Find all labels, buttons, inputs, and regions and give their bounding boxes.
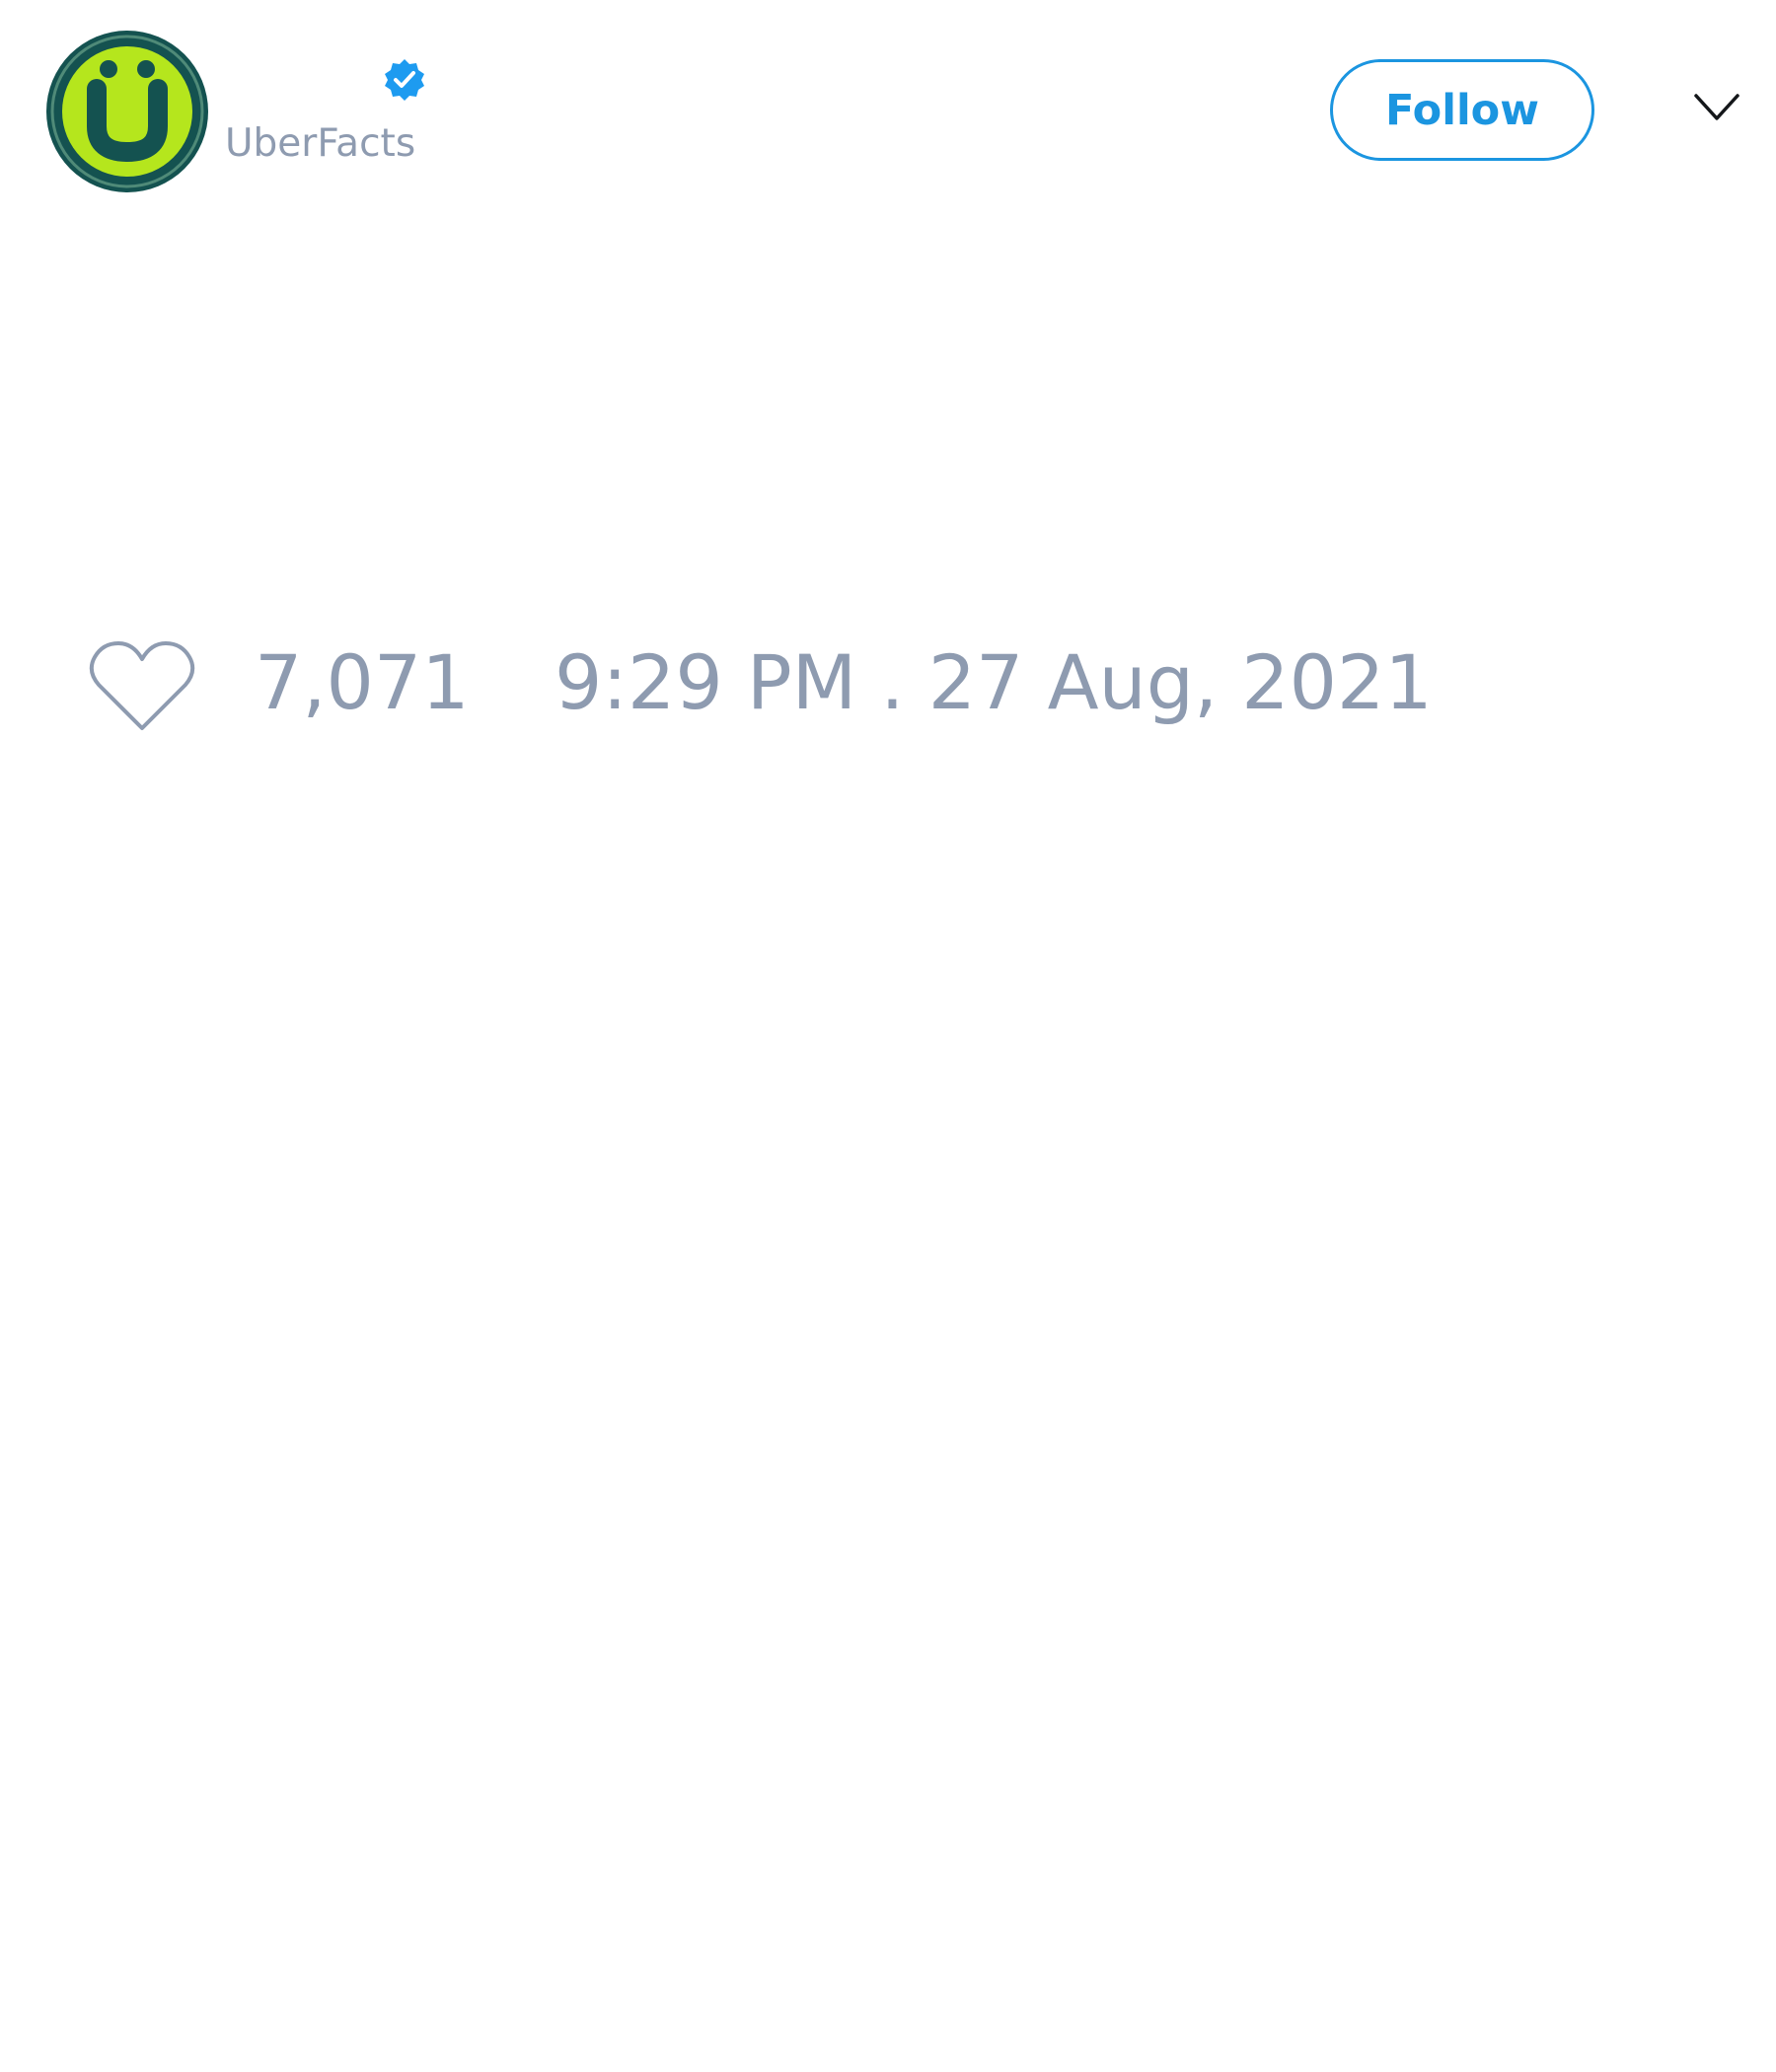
tweet-timestamp[interactable]: 9:29 PM . 27 Aug, 2021 <box>555 645 1433 720</box>
follow-button[interactable]: Follow <box>1330 59 1594 161</box>
tweet-card: UberFacts Follow 7,071 9:29 PM . 27 Aug,… <box>0 0 1776 2072</box>
heart-icon[interactable] <box>89 639 195 734</box>
verified-badge-icon <box>385 59 424 101</box>
avatar[interactable] <box>45 30 209 193</box>
user-handle[interactable]: UberFacts <box>225 124 415 163</box>
like-count: 7,071 <box>255 638 470 726</box>
uberfacts-logo-icon <box>46 31 208 192</box>
chevron-down-icon[interactable] <box>1693 91 1740 124</box>
tweet-actions: 7,071 9:29 PM . 27 Aug, 2021 <box>89 631 1569 740</box>
